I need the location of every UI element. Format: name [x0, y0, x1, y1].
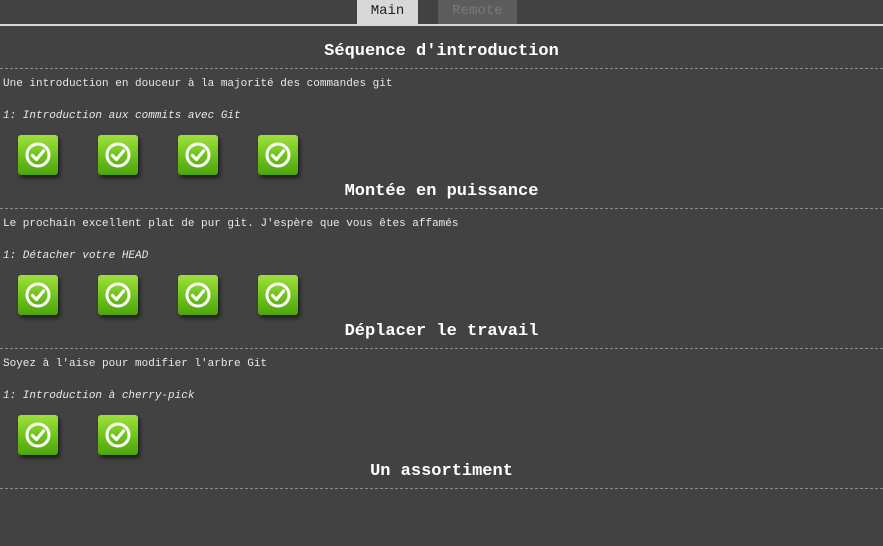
- level-4-button[interactable]: [258, 275, 298, 315]
- check-circle-icon: [105, 282, 131, 308]
- check-circle-icon: [105, 142, 131, 168]
- level-buttons: [0, 275, 883, 318]
- level-buttons: [0, 415, 883, 458]
- check-circle-icon: [185, 282, 211, 308]
- section-intro-sequence: Séquence d'introduction Une introduction…: [0, 38, 883, 178]
- level-2-button[interactable]: [98, 275, 138, 315]
- tab-remote[interactable]: Remote: [438, 0, 517, 24]
- current-level-name: 1: Détacher votre HEAD: [3, 250, 149, 262]
- check-circle-icon: [25, 282, 51, 308]
- level-3-button[interactable]: [178, 275, 218, 315]
- check-circle-icon: [265, 282, 291, 308]
- level-2-button[interactable]: [98, 415, 138, 455]
- section-moving-work: Déplacer le travail Soyez à l'aise pour …: [0, 318, 883, 458]
- check-circle-icon: [105, 422, 131, 448]
- level-buttons: [0, 135, 883, 178]
- level-1-button[interactable]: [18, 135, 58, 175]
- level-2-button[interactable]: [98, 135, 138, 175]
- tab-main[interactable]: Main: [357, 0, 418, 24]
- level-3-button[interactable]: [178, 135, 218, 175]
- level-1-button[interactable]: [18, 415, 58, 455]
- section-title: Séquence d'introduction: [0, 38, 883, 69]
- check-circle-icon: [25, 422, 51, 448]
- section-title: Un assortiment: [0, 458, 883, 489]
- check-circle-icon: [265, 142, 291, 168]
- check-circle-icon: [25, 142, 51, 168]
- level-4-button[interactable]: [258, 135, 298, 175]
- current-level-name: 1: Introduction à cherry-pick: [3, 390, 195, 402]
- section-title: Déplacer le travail: [0, 318, 883, 349]
- section-title: Montée en puissance: [0, 178, 883, 209]
- section-ramping-up: Montée en puissance Le prochain excellen…: [0, 178, 883, 318]
- section-description: Une introduction en douceur à la majorit…: [3, 78, 393, 90]
- section-description: Soyez à l'aise pour modifier l'arbre Git: [3, 358, 268, 370]
- tab-bar: Main Remote: [0, 0, 883, 26]
- level-1-button[interactable]: [18, 275, 58, 315]
- current-level-name: 1: Introduction aux commits avec Git: [3, 110, 241, 122]
- section-description: Le prochain excellent plat de pur git. J…: [3, 218, 459, 230]
- check-circle-icon: [185, 142, 211, 168]
- section-assortment: Un assortiment: [0, 458, 883, 489]
